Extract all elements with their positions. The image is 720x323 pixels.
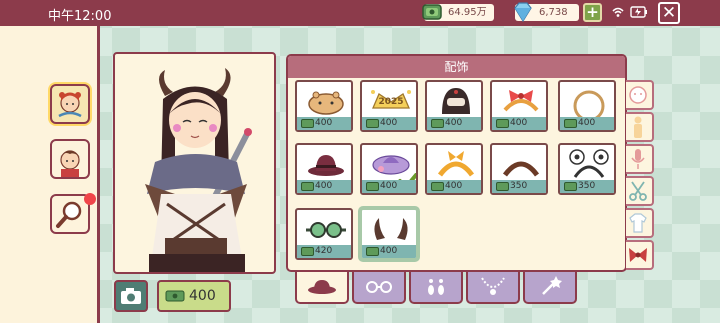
status-bar: 中午12:00 64.95万 6,738 + ✕: [0, 0, 720, 26]
camera-icon: [121, 288, 141, 304]
item-price-tag: 400: [427, 117, 481, 130]
tab-body[interactable]: [626, 112, 654, 142]
item-price-tag: 350: [492, 180, 546, 193]
cash-icon: [301, 182, 314, 191]
magnifier-icon: [56, 201, 82, 228]
diamond-icon: [514, 2, 532, 23]
brown-headband-icon: [502, 161, 540, 177]
horns-icon: [374, 218, 408, 240]
character-illustration: [145, 68, 252, 272]
tab-magic-wand[interactable]: [523, 272, 577, 304]
2025-crown-icon: 2025: [371, 90, 411, 109]
tab-hairstyle[interactable]: [626, 176, 654, 206]
bow-headband-icon: [503, 90, 539, 112]
cash-icon: [564, 119, 577, 128]
outfit-price-button[interactable]: 400: [157, 280, 231, 312]
item-price-tag: 350: [560, 180, 614, 193]
shop-title: 配饰: [288, 56, 625, 78]
item-price-tag: 400: [560, 117, 614, 130]
boy-portrait-icon: [60, 150, 80, 177]
shop-item-2025-crown[interactable]: 2025 400: [360, 80, 418, 132]
money-bag-icon: [422, 4, 442, 20]
tab-hats[interactable]: [295, 272, 349, 304]
tab-voice[interactable]: [626, 144, 654, 174]
cash-icon: [366, 247, 379, 256]
sidebar-item-dressup[interactable]: [50, 84, 90, 124]
tab-bow[interactable]: [626, 240, 654, 270]
cash-icon: [301, 119, 314, 128]
tab-glasses[interactable]: [352, 272, 406, 304]
necklace-icon: [481, 277, 505, 295]
magic-wand-icon: [542, 276, 562, 295]
glasses-icon: [366, 281, 392, 293]
item-price-tag: 400: [492, 117, 546, 130]
shop-item-orange-headband[interactable]: 400: [425, 143, 483, 195]
shop-item-horns[interactable]: 400: [360, 208, 418, 260]
item-price-tag: 400: [362, 117, 416, 130]
money-value: 64.95万: [448, 7, 487, 18]
orange-headband-icon: [437, 151, 475, 177]
shop-item-capybara-hat[interactable]: 400: [295, 80, 353, 132]
tab-clothing[interactable]: [626, 208, 654, 238]
earrings-icon: [428, 279, 444, 295]
face-icon: [629, 86, 647, 104]
add-currency-button[interactable]: +: [583, 3, 602, 22]
close-button[interactable]: ✕: [658, 2, 680, 24]
character-preview: [113, 52, 276, 274]
microphone-icon: [631, 149, 645, 169]
shirt-icon: [629, 213, 647, 233]
sidebar-divider: [97, 26, 100, 323]
shop-item-helmet[interactable]: 400: [425, 80, 483, 132]
bowler-hat-icon: [308, 155, 344, 176]
cash-icon: [366, 119, 379, 128]
tab-face[interactable]: [626, 80, 654, 110]
gem-value: 6,738: [539, 7, 568, 18]
helmet-icon: [442, 88, 470, 114]
hat-icon: [308, 280, 336, 294]
capybara-hat-icon: [308, 91, 344, 115]
shop-item-bow-headband[interactable]: 400: [490, 80, 548, 132]
scissors-icon: [629, 181, 647, 201]
outfit-price-value: 400: [189, 288, 216, 304]
money-counter: 64.95万: [422, 4, 494, 21]
shop-item-soccer-ear-headband[interactable]: 350: [558, 143, 616, 195]
svg-text:2025: 2025: [378, 97, 403, 107]
cash-icon: [431, 182, 444, 191]
cash-icon: [496, 119, 509, 128]
cash-icon: [366, 182, 379, 191]
item-price-tag: 400: [427, 180, 481, 193]
shop-item-bowler-hat[interactable]: 400: [295, 143, 353, 195]
cash-icon: [431, 119, 444, 128]
shop-item-goggles[interactable]: 420: [295, 208, 353, 260]
bow-icon: [629, 248, 647, 262]
cash-icon: [165, 290, 185, 302]
accessory-shop-panel: 配饰 400 2025 400 400 400 400 400 400 400 …: [286, 54, 627, 272]
body-icon: [634, 116, 642, 138]
clock: 中午12:00: [48, 9, 112, 24]
soccer-ear-headband-icon: [569, 149, 609, 178]
girl-portrait-icon: [58, 92, 82, 118]
item-price-tag: 420: [297, 245, 351, 258]
item-price-tag: 400: [362, 180, 416, 193]
item-price-tag: 400: [297, 180, 351, 193]
item-price-tag: 400: [362, 245, 416, 258]
goggles-icon: [306, 222, 346, 238]
sidebar-item-character[interactable]: [50, 139, 90, 179]
camera-button[interactable]: [114, 280, 148, 312]
tab-necklace[interactable]: [466, 272, 520, 304]
cash-icon: [301, 247, 314, 256]
shop-item-purple-bonnet[interactable]: 400: [360, 143, 418, 195]
wifi-icon: [612, 7, 624, 17]
notification-dot: [84, 193, 96, 205]
item-price-tag: 400: [297, 117, 351, 130]
shop-item-brown-headband[interactable]: 350: [490, 143, 548, 195]
gem-counter: 6,738: [514, 2, 579, 23]
cash-icon: [496, 182, 509, 191]
cash-icon: [564, 182, 577, 191]
battery-icon: [630, 6, 647, 18]
shop-item-ring-halo[interactable]: 400: [558, 80, 616, 132]
tab-earrings[interactable]: [409, 272, 463, 304]
